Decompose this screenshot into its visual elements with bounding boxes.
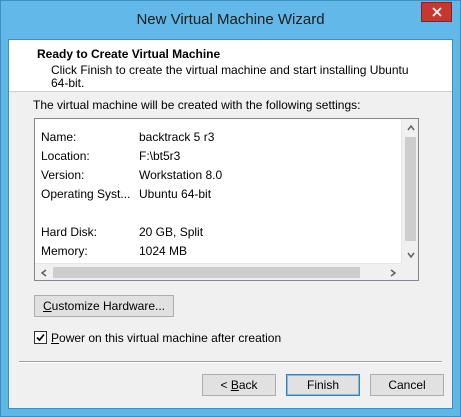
setting-row-hard-disk: Hard Disk: 20 GB, Split — [41, 225, 401, 241]
horizontal-scrollbar[interactable] — [35, 263, 401, 280]
chevron-down-icon — [406, 252, 415, 258]
close-icon — [431, 7, 442, 17]
setting-row-operating-system: Operating Syst... Ubuntu 64-bit — [41, 187, 401, 203]
back-button[interactable]: < Back — [202, 374, 276, 396]
settings-intro-text: The virtual machine will be created with… — [33, 98, 361, 112]
chevron-left-icon — [40, 268, 46, 277]
setting-label: Location: — [41, 149, 90, 163]
setting-row-location: Location: F:\bt5r3 — [41, 149, 401, 165]
setting-row-version: Version: Workstation 8.0 — [41, 168, 401, 184]
scroll-up-button[interactable] — [402, 119, 419, 136]
setting-value: backtrack 5 r3 — [139, 130, 215, 144]
cancel-button[interactable]: Cancel — [370, 374, 444, 396]
setting-row-memory: Memory: 1024 MB — [41, 244, 401, 260]
footer-divider — [19, 361, 442, 363]
power-on-checkbox[interactable] — [34, 331, 47, 344]
wizard-body: Ready to Create Virtual Machine Click Fi… — [8, 39, 453, 409]
vertical-scroll-thumb[interactable] — [405, 137, 416, 241]
customize-hardware-label: Customize Hardware... — [42, 299, 166, 313]
setting-value: 20 GB, Split — [139, 225, 204, 239]
power-on-option[interactable]: Power on this virtual machine after crea… — [34, 330, 334, 346]
setting-label: Version: — [41, 168, 85, 182]
setting-value: Ubuntu 64-bit — [139, 187, 212, 201]
settings-content: Name: backtrack 5 r3 Location: F:\bt5r3 … — [35, 119, 401, 263]
scroll-left-button[interactable] — [35, 264, 52, 281]
setting-value: Workstation 8.0 — [139, 168, 223, 182]
setting-label: Hard Disk: — [41, 225, 98, 239]
page-title: Ready to Create Virtual Machine — [37, 47, 221, 61]
customize-hardware-button[interactable]: Customize Hardware... — [34, 295, 174, 317]
checkmark-icon — [36, 333, 45, 342]
setting-label: Operating Syst... — [41, 187, 131, 201]
settings-summary-list[interactable]: Name: backtrack 5 r3 Location: F:\bt5r3 … — [34, 118, 419, 281]
setting-value: 1024 MB — [139, 244, 188, 258]
scroll-right-button[interactable] — [384, 264, 401, 281]
setting-row-name: Name: backtrack 5 r3 — [41, 130, 401, 146]
title-bar[interactable]: New Virtual Machine Wizard — [1, 1, 460, 39]
horizontal-scroll-thumb[interactable] — [53, 267, 360, 278]
setting-value: F:\bt5r3 — [139, 149, 181, 163]
wizard-window: New Virtual Machine Wizard Ready to Crea… — [0, 0, 461, 417]
window-title: New Virtual Machine Wizard — [136, 11, 325, 28]
back-button-label: < Back — [220, 378, 258, 392]
power-on-label: Power on this virtual machine after crea… — [51, 331, 282, 345]
close-button[interactable] — [421, 2, 452, 22]
vertical-scrollbar[interactable] — [401, 119, 418, 263]
chevron-up-icon — [406, 124, 415, 130]
chevron-right-icon — [390, 268, 396, 277]
wizard-header: Ready to Create Virtual Machine Click Fi… — [9, 40, 452, 92]
setting-label: Name: — [41, 130, 77, 144]
finish-button[interactable]: Finish — [286, 374, 360, 396]
page-description: Click Finish to create the virtual machi… — [51, 63, 409, 90]
scrollbar-corner — [401, 263, 418, 280]
setting-label: Memory: — [41, 244, 88, 258]
scroll-down-button[interactable] — [402, 246, 419, 263]
